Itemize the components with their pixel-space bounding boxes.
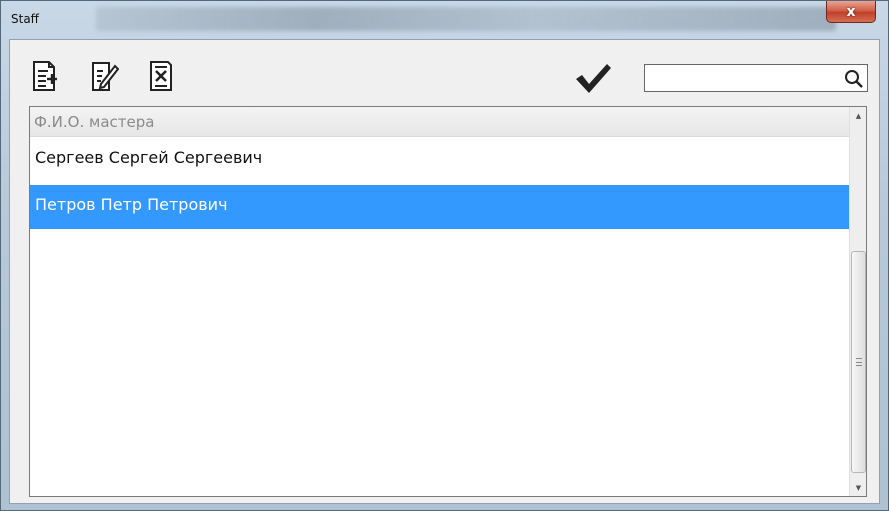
grip-icon bbox=[856, 358, 862, 366]
window-title: Staff bbox=[11, 12, 39, 26]
delete-record-icon bbox=[150, 61, 172, 91]
list-item[interactable]: Сергеев Сергей Сергеевич bbox=[30, 138, 856, 182]
close-button[interactable]: x bbox=[826, 1, 876, 23]
toolbar bbox=[10, 40, 879, 106]
staff-list[interactable]: Ф.И.О. мастера Сергеев Сергей Сергеевич … bbox=[29, 106, 867, 497]
delete-record-button[interactable] bbox=[146, 60, 176, 92]
search-icon[interactable] bbox=[844, 69, 864, 89]
client-area: Ф.И.О. мастера Сергеев Сергей Сергеевич … bbox=[9, 39, 880, 504]
search-input[interactable] bbox=[649, 67, 839, 89]
background-blur bbox=[96, 7, 836, 31]
scroll-up-icon[interactable]: ▲ bbox=[850, 107, 867, 124]
list-item-label: Петров Петр Петрович bbox=[35, 195, 228, 214]
confirm-button[interactable] bbox=[573, 60, 613, 96]
add-record-button[interactable] bbox=[30, 60, 60, 92]
list-item-label: Сергеев Сергей Сергеевич bbox=[35, 148, 263, 167]
edit-record-icon bbox=[92, 62, 119, 91]
staff-window: Staff x Ф.И.О. мастера Сергеев Сергей Се… bbox=[0, 0, 889, 511]
title-bar[interactable]: Staff x bbox=[1, 1, 888, 39]
search-field[interactable] bbox=[644, 64, 868, 92]
scrollbar-thumb[interactable] bbox=[851, 251, 866, 473]
add-record-icon bbox=[33, 61, 57, 91]
edit-record-button[interactable] bbox=[89, 60, 119, 92]
checkmark-icon bbox=[576, 64, 611, 93]
list-item-selected[interactable]: Петров Петр Петрович bbox=[30, 185, 856, 229]
close-icon: x bbox=[846, 3, 856, 20]
column-header-master-name[interactable]: Ф.И.О. мастера bbox=[30, 107, 856, 137]
vertical-scrollbar[interactable]: ▲ ▼ bbox=[849, 107, 866, 496]
scroll-down-icon[interactable]: ▼ bbox=[850, 479, 867, 496]
